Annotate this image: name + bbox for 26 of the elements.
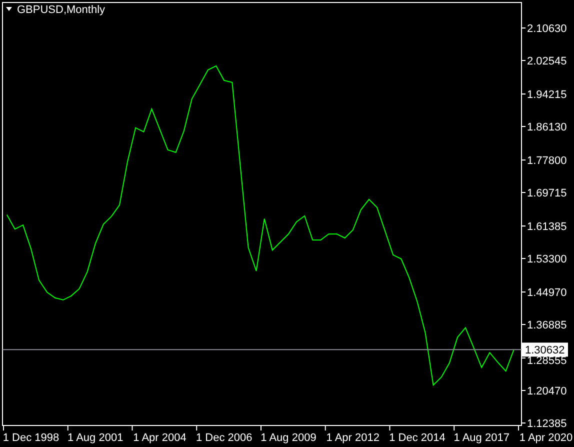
x-tick-label: 1 Apr 2020 <box>519 432 573 444</box>
y-tick-label: 1.94215 <box>527 89 567 101</box>
x-tick-label: 1 Aug 2009 <box>260 432 316 444</box>
y-tick-label: 1.44970 <box>527 287 567 299</box>
current-price-label: 1.30632 <box>522 342 568 357</box>
x-tick-label: 1 Aug 2001 <box>68 432 124 444</box>
y-tick-label: 2.10630 <box>527 23 567 35</box>
caret-icon[interactable] <box>6 7 12 11</box>
y-tick-label: 1.53300 <box>527 254 567 266</box>
x-tick-label: 1 Dec 2006 <box>196 432 252 444</box>
x-tick-label: 1 Dec 1998 <box>2 432 60 444</box>
chart-title: GBPUSD,Monthly <box>17 4 106 16</box>
y-tick-label: 1.12385 <box>527 418 567 430</box>
y-tick-label: 1.36885 <box>527 320 567 332</box>
x-tick-label: 1 Dec 2014 <box>389 432 446 444</box>
y-tick-label: 1.20470 <box>527 386 567 398</box>
y-tick-label: 2.02545 <box>527 56 567 68</box>
y-tick-label: 1.28555 <box>527 354 567 367</box>
y-tick-label: 1.86130 <box>527 122 567 134</box>
y-tick-label: 1.61385 <box>527 221 567 233</box>
x-tick-label: 1 Apr 2012 <box>326 432 380 444</box>
ref-line-label: 1.30632 <box>525 344 565 357</box>
y-tick-label: 1.77800 <box>527 155 567 167</box>
y-tick-label: 1.69715 <box>527 188 567 200</box>
x-tick-label: 1 Aug 2017 <box>454 432 510 444</box>
x-tick-label: 1 Apr 2004 <box>133 432 186 444</box>
